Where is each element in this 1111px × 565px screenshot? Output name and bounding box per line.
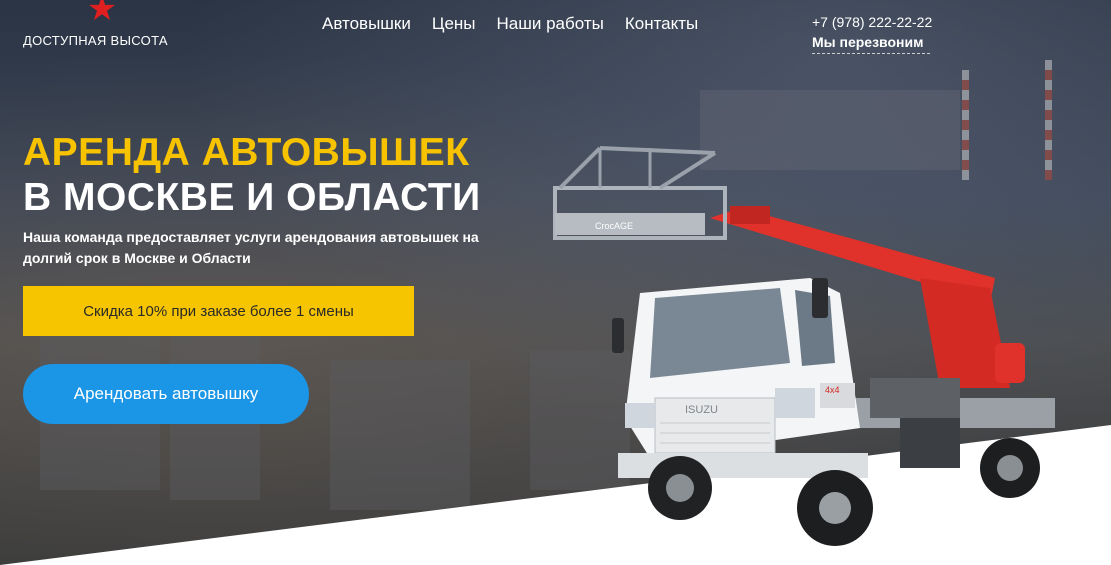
headlight-right — [775, 388, 815, 418]
basket-label: CrocAGE — [595, 221, 633, 231]
nav-item-autovyshki[interactable]: Автовышки — [322, 14, 411, 34]
header-contact: +7 (978) 222-22-22 Мы перезвоним — [812, 12, 942, 54]
hero-subtitle: Наша команда предоставляет услуги арендо… — [23, 229, 479, 266]
truck-badge: 4x4 — [825, 385, 840, 395]
truck-image: CrocAGE 4x4 ISUZU — [553, 146, 1055, 546]
site-header: ★ ДОСТУПНАЯ ВЫСОТА Автовышки Цены Наши р… — [0, 0, 1111, 80]
background-building — [330, 360, 470, 510]
main-nav: Автовышки Цены Наши работы Контакты — [322, 14, 698, 34]
callback-link[interactable]: Мы перезвоним — [812, 32, 930, 54]
hero-title: АРЕНДА АВТОВЫШЕК В МОСКВЕ И ОБЛАСТИ — [23, 130, 481, 220]
logo-text: ДОСТУПНАЯ ВЫСОТА — [23, 33, 168, 48]
nav-item-works[interactable]: Наши работы — [497, 14, 604, 34]
rent-button[interactable]: Арендовать автовышку — [23, 364, 309, 424]
headlight-left — [625, 403, 655, 428]
mirror — [612, 318, 624, 353]
discount-banner: Скидка 10% при заказе более 1 смены — [23, 286, 414, 336]
nav-item-contacts[interactable]: Контакты — [625, 14, 698, 34]
phone-number[interactable]: +7 (978) 222-22-22 — [812, 12, 942, 32]
boom-joint — [730, 206, 770, 224]
truck-equipment — [870, 378, 960, 418]
hero-title-line2: В МОСКВЕ И ОБЛАСТИ — [23, 176, 481, 219]
star-icon: ★ — [86, 0, 118, 28]
operator-seat — [995, 343, 1025, 383]
mirror — [812, 278, 828, 318]
truck-chassis — [900, 418, 960, 468]
nav-item-prices[interactable]: Цены — [432, 14, 476, 34]
windshield — [650, 288, 790, 378]
logo[interactable]: ★ ДОСТУПНАЯ ВЫСОТА — [23, 0, 183, 50]
truck-brand: ISUZU — [685, 404, 718, 416]
hero-title-line1: АРЕНДА АВТОВЫШЕК — [23, 131, 470, 174]
